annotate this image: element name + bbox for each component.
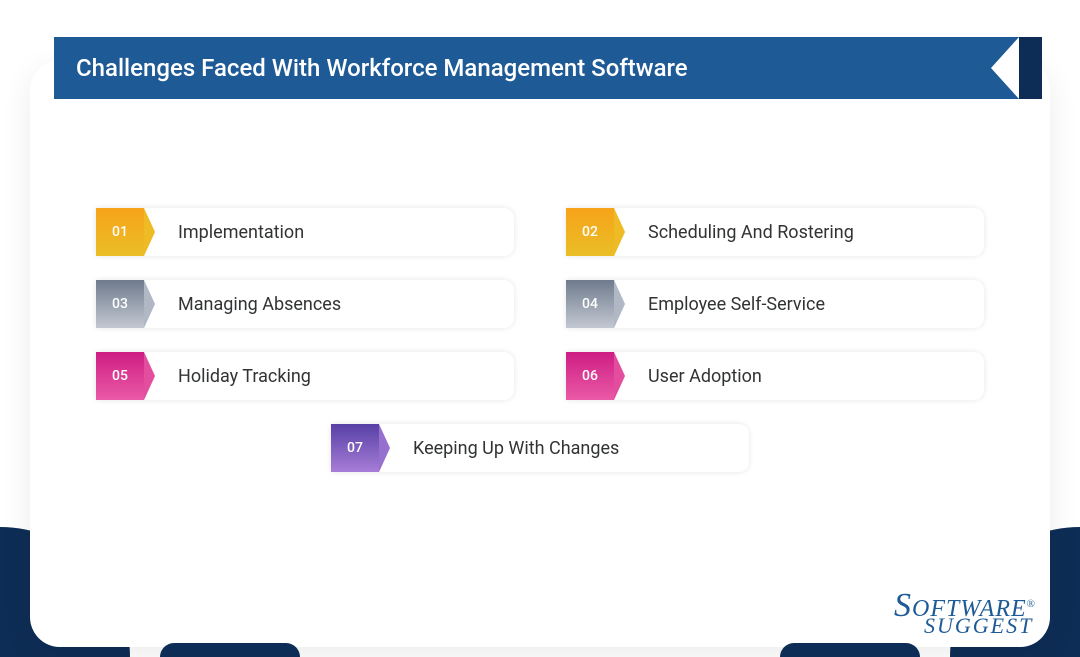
challenge-number-badge: 07 [331, 424, 379, 472]
challenge-number-badge: 03 [96, 280, 144, 328]
bottom-decorative-tabs [0, 643, 1080, 657]
challenge-number-badge: 01 [96, 208, 144, 256]
challenge-item-07: 07 Keeping Up With Changes [331, 424, 749, 472]
bottom-tab-left [160, 643, 300, 657]
challenge-number-badge: 04 [566, 280, 614, 328]
challenge-number: 03 [112, 296, 128, 312]
challenge-item-01: 01 Implementation [96, 208, 514, 256]
challenge-item-06: 06 User Adoption [566, 352, 984, 400]
challenge-item-04: 04 Employee Self-Service [566, 280, 984, 328]
softwaresuggest-logo: SOFTWARE® SUGGEST [894, 592, 1036, 635]
challenge-number: 07 [347, 440, 363, 456]
challenge-item-02: 02 Scheduling And Rostering [566, 208, 984, 256]
challenge-number-badge: 05 [96, 352, 144, 400]
page-title: Challenges Faced With Workforce Manageme… [76, 54, 688, 82]
challenge-label: Employee Self-Service [648, 294, 825, 315]
challenge-label: Keeping Up With Changes [413, 438, 619, 459]
challenge-label: Managing Absences [178, 294, 341, 315]
challenge-number: 04 [582, 296, 598, 312]
challenge-label: Holiday Tracking [178, 366, 311, 387]
bottom-tab-right [780, 643, 920, 657]
challenge-label: User Adoption [648, 366, 762, 387]
challenge-number: 06 [582, 368, 598, 384]
challenge-number: 02 [582, 224, 598, 240]
challenge-item-05: 05 Holiday Tracking [96, 352, 514, 400]
challenge-label: Scheduling And Rostering [648, 222, 854, 243]
logo-line-2: SUGGEST [924, 617, 1036, 635]
title-ribbon: Challenges Faced With Workforce Manageme… [54, 37, 1018, 99]
challenge-number: 05 [112, 368, 128, 384]
challenge-label: Implementation [178, 222, 304, 243]
challenge-number: 01 [112, 224, 128, 240]
challenge-item-03: 03 Managing Absences [96, 280, 514, 328]
challenge-number-badge: 02 [566, 208, 614, 256]
challenge-list: 01 Implementation 02 Scheduling And Rost… [96, 208, 984, 472]
challenge-number-badge: 06 [566, 352, 614, 400]
